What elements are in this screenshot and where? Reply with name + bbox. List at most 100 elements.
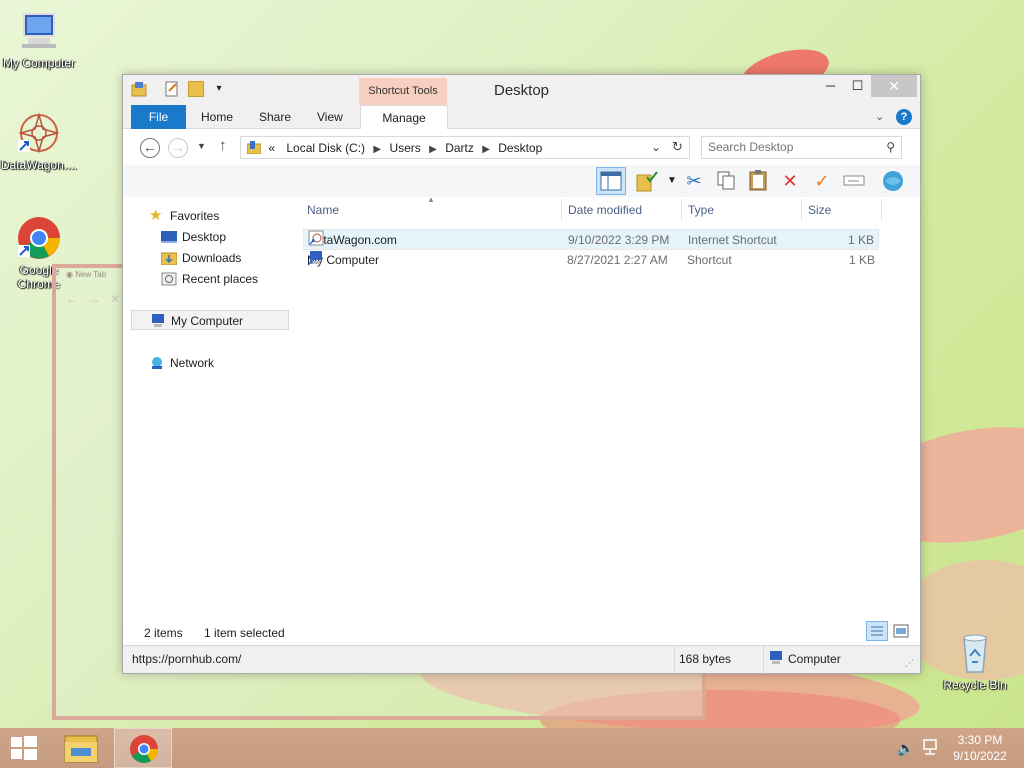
nav-recent-places-label: Recent places [182,272,259,286]
tab-home[interactable]: Home [187,105,247,129]
star-icon: ★ [149,206,163,224]
globe-icon[interactable] [881,169,905,193]
column-header-size[interactable]: Size [808,203,831,217]
computer-shortcut-icon [307,250,323,266]
file-date: 8/27/2021 2:27 AM [567,253,668,267]
breadcrumb-dartz[interactable]: Dartz [445,141,474,155]
help-icon[interactable]: ? [896,109,912,125]
back-button[interactable]: ← [140,138,160,158]
details-view-button[interactable] [866,621,888,641]
volume-muted-icon[interactable]: 🔈 [897,740,914,757]
address-bar[interactable]: « Local Disk (C:) ▶ Users ▶ Dartz ▶ Desk… [240,136,690,159]
column-divider[interactable] [881,199,882,221]
nav-downloads[interactable]: Downloads [160,248,242,268]
refresh-icon[interactable]: ↻ [672,139,683,155]
search-input[interactable] [708,137,878,157]
cut-icon[interactable]: ✂ [682,169,706,193]
details-bar: https://pornhub.com/ 168 bytes Computer … [123,645,920,674]
nav-recent-places[interactable]: Recent places [161,269,258,289]
divider [674,646,675,674]
ribbon-expand-chevron-icon[interactable]: ⌄ [875,110,884,123]
file-size: 1 KB [848,253,875,267]
breadcrumb-users[interactable]: Users [389,141,420,155]
desktop-icon-my-computer[interactable]: My Computer [0,8,78,70]
address-dropdown-chevron-icon[interactable]: ⌄ [651,140,661,154]
start-button[interactable] [0,728,48,768]
search-icon[interactable]: ⚲ [886,140,895,154]
tab-file[interactable]: File [131,105,186,129]
breadcrumb-overflow[interactable]: « [268,141,275,155]
status-line: 2 items 1 item selected [123,621,920,643]
file-type: Internet Shortcut [688,233,777,247]
maximize-button[interactable]: ☐ [844,75,871,97]
file-explorer-taskbar-button[interactable] [56,728,106,768]
delete-icon[interactable]: ✕ [778,169,802,193]
nav-my-computer[interactable]: My Computer [131,310,289,330]
preview-pane-button[interactable] [596,167,626,195]
column-divider[interactable] [801,199,802,221]
desktop-icon-recycle-bin[interactable]: Recycle Bin [936,630,1014,692]
downloads-folder-icon [160,251,178,266]
divider [763,646,764,674]
paste-icon[interactable] [746,169,770,193]
large-icons-view-button[interactable] [892,623,910,639]
datawagon-logo-icon [16,110,62,156]
chrome-taskbar-button[interactable] [114,728,172,768]
file-row[interactable]: DataWagon.com 9/10/2022 3:29 PM Internet… [303,229,879,250]
column-header-name[interactable]: Name [307,203,339,217]
tab-share[interactable]: Share [245,105,305,129]
breadcrumb-chevron-icon[interactable]: ▶ [482,144,490,155]
clock[interactable]: 3:30 PM 9/10/2022 [944,732,1016,764]
navigation-pane: ★ Favorites Desktop Downloads Recent plac… [131,197,289,641]
recent-locations-chevron-icon[interactable]: ▼ [197,141,206,151]
taskbar: 🔈 3:30 PM 9/10/2022 [0,728,1024,768]
window-title: Desktop [493,82,550,99]
command-toolbar: ▼ ✂ ✕ ✓ [123,165,920,197]
file-size: 1 KB [847,233,874,247]
column-divider[interactable] [561,199,562,221]
column-header-date[interactable]: Date modified [568,203,642,217]
nav-desktop[interactable]: Desktop [161,227,226,247]
nav-network-label: Network [170,356,215,370]
network-icon [149,356,165,370]
up-arrow-icon[interactable]: ↑ [219,137,227,154]
item-count: 2 items [144,626,183,640]
tab-manage[interactable]: Manage [360,105,448,129]
chevron-down-icon[interactable]: ▼ [660,169,684,193]
folder-path-icon [246,141,262,155]
close-button[interactable]: ✕ [871,75,917,97]
rename-icon[interactable] [842,169,866,193]
file-explorer-window[interactable]: ▾ Shortcut Tools Desktop ─ ☐ ✕ File Home… [122,74,921,674]
column-header-type[interactable]: Type [688,203,714,217]
ghost-tab-label: New Tab [75,270,107,279]
resize-grip-icon[interactable]: ⋰ [905,658,914,669]
computer-icon [16,8,62,54]
breadcrumb-desktop[interactable]: Desktop [498,141,542,155]
column-divider[interactable] [681,199,682,221]
copy-icon[interactable] [714,169,738,193]
select-folder-icon[interactable] [635,169,659,193]
recent-places-icon [161,272,177,286]
nav-favorites[interactable]: ★ Favorites [149,206,219,226]
clock-date: 9/10/2022 [953,749,1007,763]
breadcrumb-chevron-icon[interactable]: ▶ [429,144,437,155]
breadcrumb-local-disk[interactable]: Local Disk (C:) [286,141,365,155]
breadcrumb-chevron-icon[interactable]: ▶ [373,144,381,155]
sort-indicator-icon: ▲ [427,195,435,204]
target-url: https://pornhub.com/ [132,652,242,666]
nav-downloads-label: Downloads [182,251,242,265]
search-box[interactable]: ⚲ [701,136,902,159]
ghost-nav-icons: ←→✕ [66,292,131,306]
title-bar[interactable]: ▾ Shortcut Tools Desktop ─ ☐ ✕ [123,75,920,105]
nav-my-computer-label: My Computer [171,314,244,328]
minimize-button[interactable]: ─ [817,75,844,97]
desktop-icon-datawagon[interactable]: DataWagon.... [0,110,78,172]
network-tray-icon[interactable] [922,738,938,759]
file-row[interactable]: My Computer 8/27/2021 2:27 AM Shortcut 1… [303,250,879,271]
nav-network[interactable]: Network [149,353,214,373]
desktop-icon-label: My Computer [2,56,76,70]
forward-button[interactable]: → [168,138,188,158]
desktop-icon-label: DataWagon.... [0,158,78,172]
checkmark-icon[interactable]: ✓ [810,169,834,193]
tab-view[interactable]: View [303,105,357,129]
